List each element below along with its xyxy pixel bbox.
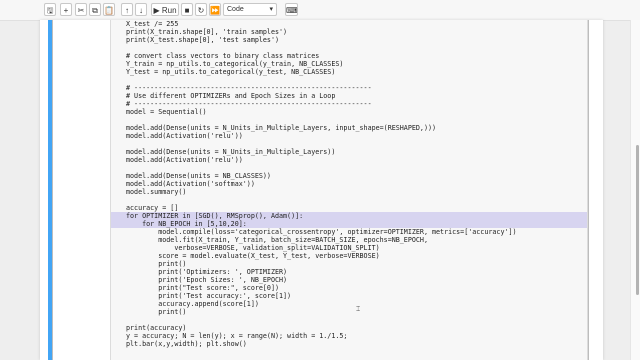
code-line: # --------------------------------------… xyxy=(126,84,372,92)
code-line: model.add(Activation('relu')) xyxy=(126,156,243,164)
code-line: model.add(Activation('softmax')) xyxy=(126,180,255,188)
code-line: print('Optimizers: ', OPTIMIZER) xyxy=(126,268,288,276)
copy-icon[interactable]: ⧉ xyxy=(89,3,101,16)
code-line: X_test /= 255 xyxy=(126,20,179,28)
stop-button[interactable]: ■ xyxy=(181,3,193,16)
code-line: model.summary() xyxy=(126,188,187,196)
code-line: accuracy.append(score[1]) xyxy=(126,300,259,308)
add-cell-button[interactable]: + xyxy=(60,3,72,16)
code-line: y = accuracy; N = len(y); x = range(N); … xyxy=(126,332,348,340)
code-line: model.add(Dense(units = NB_CLASSES)) xyxy=(126,172,271,180)
text-cursor-icon: ⌶ xyxy=(356,306,361,313)
cell-type-value: Code xyxy=(227,6,244,13)
chevron-down-icon: ▾ xyxy=(269,6,273,13)
scrollbar-thumb[interactable] xyxy=(636,145,639,295)
code-line: print('Test accuracy:', score[1]) xyxy=(126,292,292,300)
cell-type-select[interactable]: Code ▾ xyxy=(223,3,277,16)
notebook-toolbar: 🖫 + ✂ ⧉ 📋 ↑ ↓ ▶ Run ■ ↻ ⏩ Code ▾ ⌨ xyxy=(0,0,640,21)
code-line: for NB_EPOCH in [5,10,20]: xyxy=(126,220,247,228)
save-icon[interactable]: 🖫 xyxy=(44,3,56,16)
code-line: verbose=VERBOSE, validation_split=VALIDA… xyxy=(126,244,380,252)
code-line: model.add(Dense(units = N_Units_in_Multi… xyxy=(126,148,336,156)
code-line: Y_train = np_utils.to_categorical(y_trai… xyxy=(126,60,344,68)
code-line: print(accuracy) xyxy=(126,324,187,332)
code-line: print('Epoch Sizes: ', NB_EPOCH) xyxy=(126,276,288,284)
code-line: model.compile(loss='categorical_crossent… xyxy=(126,228,517,236)
code-line: # Use different OPTIMIZERs and Epoch Siz… xyxy=(126,92,336,100)
code-line: model.add(Dense(units = N_Units_in_Multi… xyxy=(126,124,437,132)
code-line: print(X_test.shape[0], 'test samples') xyxy=(126,36,279,44)
code-line: # --------------------------------------… xyxy=(126,100,372,108)
code-line: model = Sequential() xyxy=(126,108,207,116)
keyboard-icon[interactable]: ⌨ xyxy=(285,3,298,16)
paste-icon[interactable]: 📋 xyxy=(103,3,115,16)
code-line: score = model.evaluate(X_test, Y_test, v… xyxy=(126,252,380,260)
code-line: model.fit(X_train, Y_train, batch_size=B… xyxy=(126,236,428,244)
code-line: print() xyxy=(126,308,187,316)
move-down-button[interactable]: ↓ xyxy=(135,3,147,16)
code-line: model.add(Activation('relu')) xyxy=(126,132,243,140)
restart-run-all-icon[interactable]: ⏩ xyxy=(209,3,221,16)
code-area[interactable]: X_test /= 255 print(X_train.shape[0], 'tr… xyxy=(126,20,517,348)
code-line: print("Test score:", score[0]) xyxy=(126,284,279,292)
restart-icon[interactable]: ↻ xyxy=(195,3,207,16)
code-line: # convert class vectors to binary class … xyxy=(126,52,320,60)
cut-icon[interactable]: ✂ xyxy=(75,3,87,16)
code-line: Y_test = np_utils.to_categorical(y_test,… xyxy=(126,68,336,76)
move-up-button[interactable]: ↑ xyxy=(121,3,133,16)
code-line: print(X_train.shape[0], 'train samples') xyxy=(126,28,288,36)
selected-cell-indicator xyxy=(48,20,52,360)
code-line: print() xyxy=(126,260,187,268)
code-line: plt.bar(x,y,width); plt.show() xyxy=(126,340,247,348)
run-button[interactable]: ▶ Run xyxy=(151,3,179,16)
code-line: for OPTIMIZER in [SGD(), RMSprop(), Adam… xyxy=(126,212,304,220)
code-line: accuracy = [] xyxy=(126,204,179,212)
